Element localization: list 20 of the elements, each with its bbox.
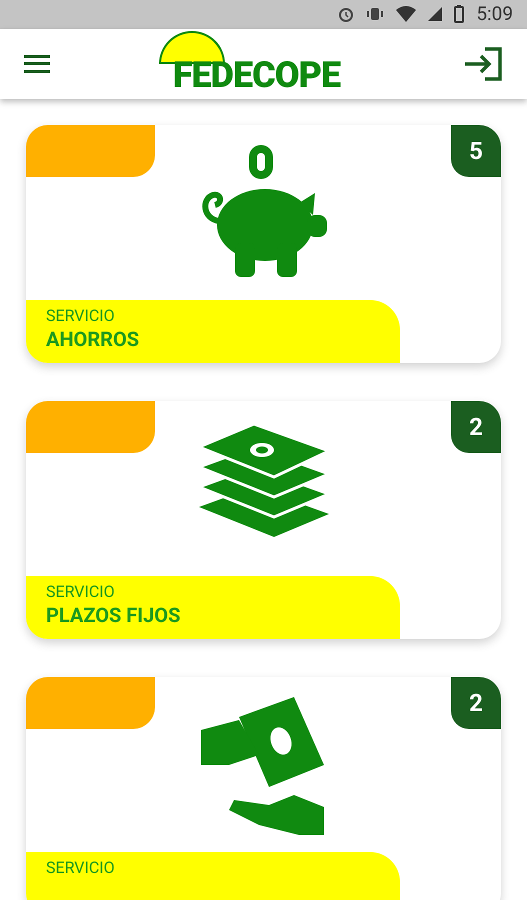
login-icon[interactable] [463, 46, 503, 80]
service-card[interactable]: 2 SERVICIO [26, 676, 501, 900]
service-card[interactable]: 2 SERVICIO PLAZOS FIJOS [26, 400, 501, 638]
count-badge: 2 [451, 400, 501, 452]
service-card[interactable]: 5 SERVICIO AHORROS [26, 124, 501, 362]
alarm-icon [338, 6, 354, 22]
menu-icon[interactable] [24, 54, 50, 74]
status-time: 5:09 [476, 1, 513, 27]
count-badge: 2 [451, 676, 501, 728]
service-title: AHORROS [46, 326, 140, 352]
service-label: SERVICIO [46, 582, 116, 602]
service-title: PLAZOS FIJOS [46, 602, 182, 628]
logo: FEDECOPE [156, 28, 356, 98]
signal-icon [428, 7, 442, 22]
wifi-icon [396, 6, 416, 22]
battery-icon [454, 5, 464, 24]
vibrate-icon [366, 7, 384, 22]
service-label: SERVICIO [46, 858, 116, 878]
count-badge: 5 [451, 124, 501, 176]
service-label: SERVICIO [46, 306, 116, 326]
